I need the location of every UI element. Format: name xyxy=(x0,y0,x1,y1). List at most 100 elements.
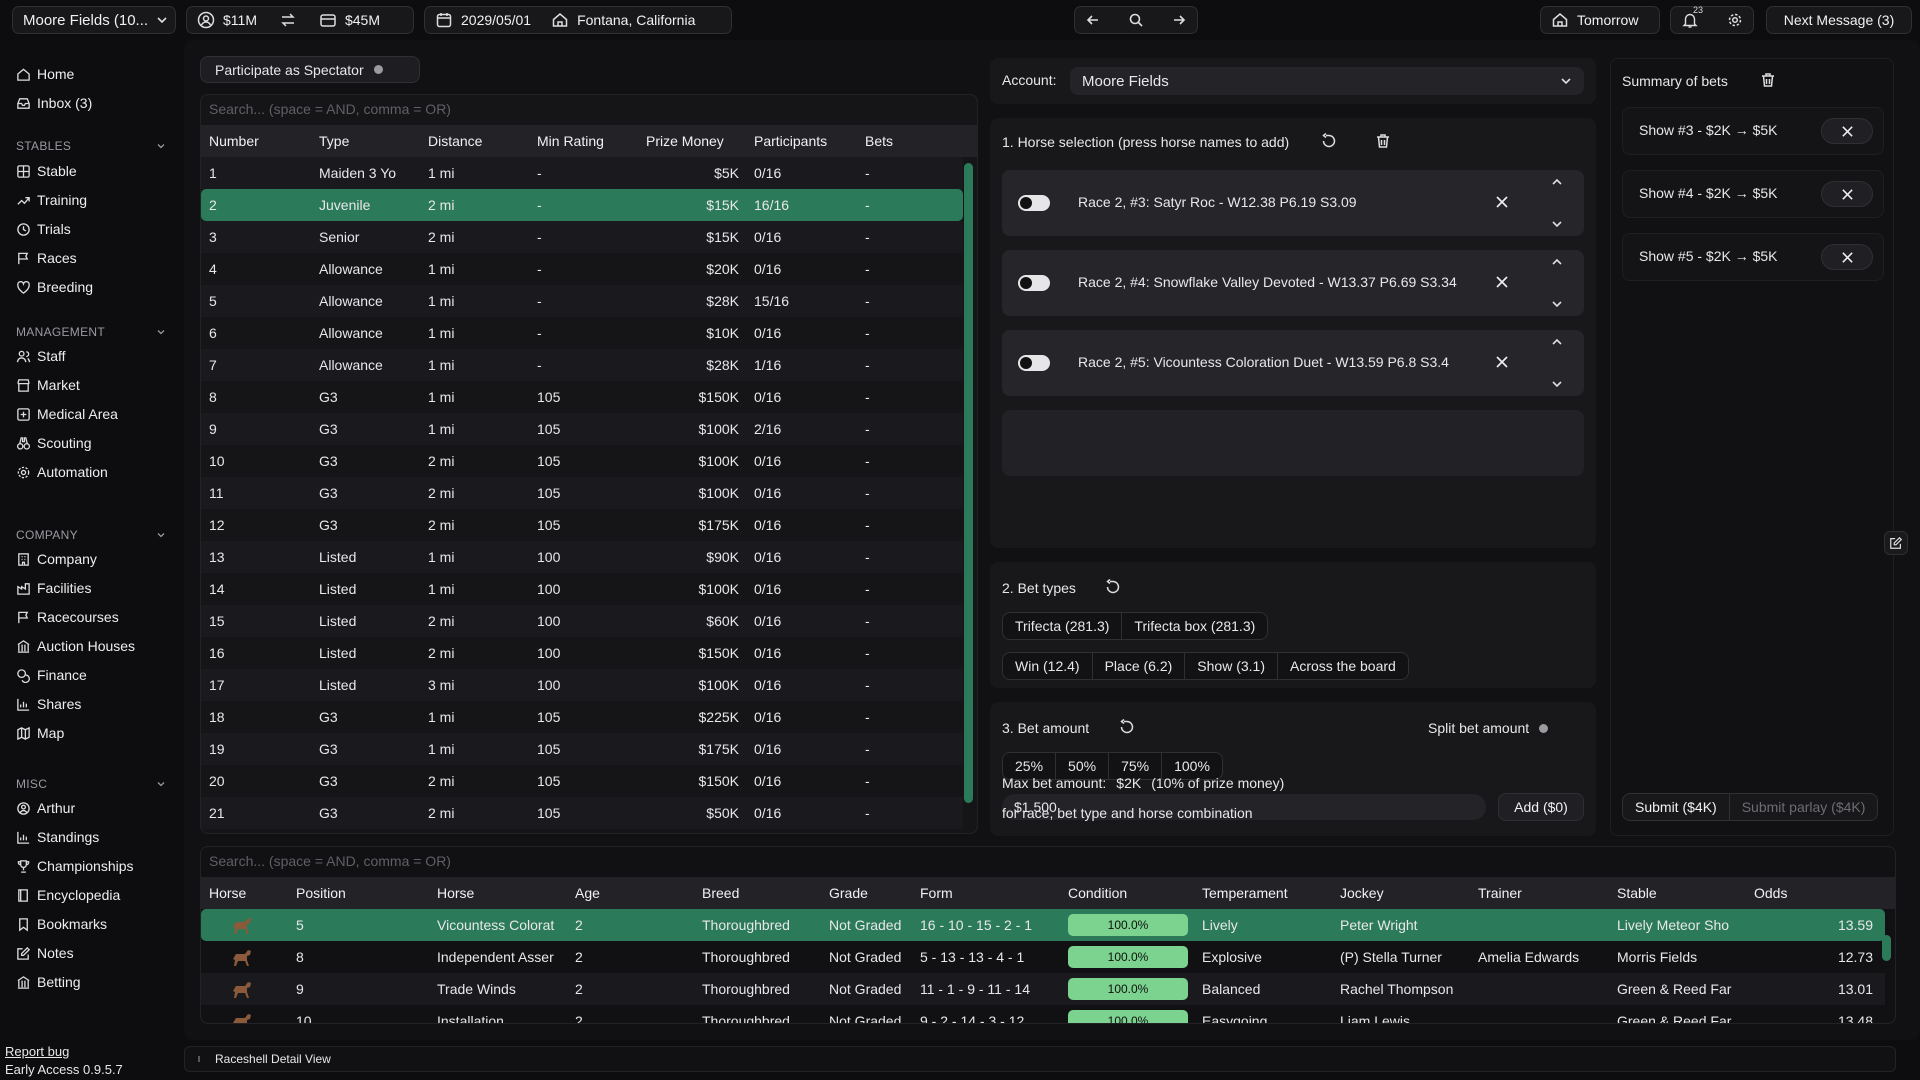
add-bet-button[interactable]: Add ($0) xyxy=(1498,793,1584,821)
sidebar-item-notes[interactable]: Notes xyxy=(16,942,74,964)
column-header[interactable]: Number xyxy=(209,133,259,149)
selection-label[interactable]: Race 2, #5: Vicountess Coloration Duet -… xyxy=(1078,354,1449,370)
submit-button[interactable]: Submit ($4K) xyxy=(1623,794,1730,820)
sidebar-item-company[interactable]: Company xyxy=(16,548,97,570)
sidebar-item-stable[interactable]: Stable xyxy=(16,160,77,182)
column-header[interactable]: Participants xyxy=(754,133,827,149)
sidebar-item-betting[interactable]: Betting xyxy=(16,971,81,993)
bet-type-across-board[interactable]: Across the board xyxy=(1278,653,1408,679)
chevron-down-icon[interactable] xyxy=(1551,298,1563,310)
table-row[interactable]: 12 G3 2 mi 105 $175K 0/16 - xyxy=(201,509,963,541)
tomorrow-button[interactable]: Tomorrow xyxy=(1540,6,1660,34)
column-header[interactable]: Trainer xyxy=(1478,885,1522,901)
chevron-up-icon[interactable] xyxy=(197,1054,205,1064)
column-header[interactable]: Horse xyxy=(209,885,246,901)
column-header[interactable]: Age xyxy=(575,885,600,901)
table-row[interactable]: 18 G3 1 mi 105 $225K 0/16 - xyxy=(201,701,963,733)
table-row[interactable]: 3 Senior 2 mi - $15K 0/16 - xyxy=(201,221,963,253)
arrow-right-icon[interactable] xyxy=(1171,12,1187,28)
arrow-left-icon[interactable] xyxy=(1085,12,1101,28)
table-row[interactable]: 8 G3 1 mi 105 $150K 0/16 - xyxy=(201,381,963,413)
column-header[interactable]: Temperament xyxy=(1202,885,1288,901)
selection-toggle[interactable] xyxy=(1018,195,1050,211)
table-row[interactable]: 6 Allowance 1 mi - $10K 0/16 - xyxy=(201,317,963,349)
finance-pill[interactable]: $11M $45M xyxy=(186,6,414,34)
races-scrollbar[interactable] xyxy=(964,163,973,803)
close-icon[interactable] xyxy=(1495,355,1509,369)
spectator-toggle[interactable]: Participate as Spectator xyxy=(200,56,420,83)
bet-type-trifecta-box[interactable]: Trifecta box (281.3) xyxy=(1122,613,1267,639)
empty-selection-slot[interactable] xyxy=(1002,410,1584,476)
table-row[interactable]: 5 Vicountess Colorat 2 Thoroughbred Not Grad… xyxy=(201,909,1885,941)
chevron-down-icon[interactable] xyxy=(1551,218,1563,230)
gear-icon[interactable] xyxy=(1727,12,1743,28)
search-icon[interactable] xyxy=(1128,12,1144,28)
remove-bet-button[interactable] xyxy=(1821,118,1873,144)
horse-selection-card[interactable]: Race 2, #5: Vicountess Coloration Duet -… xyxy=(1002,330,1584,396)
chevron-down-icon[interactable] xyxy=(1551,378,1563,390)
submit-parlay-button[interactable]: Submit parlay ($4K) xyxy=(1730,794,1878,820)
bet-type-trifecta[interactable]: Trifecta (281.3) xyxy=(1003,613,1123,639)
table-row[interactable]: 17 Listed 3 mi 100 $100K 0/16 - xyxy=(201,669,963,701)
sidebar-item-auction-houses[interactable]: Auction Houses xyxy=(16,635,135,657)
table-row[interactable]: 7 Allowance 1 mi - $28K 1/16 - xyxy=(201,349,963,381)
reset-icon[interactable] xyxy=(1320,132,1338,150)
sidebar-item-racecourses[interactable]: Racecourses xyxy=(16,606,119,628)
entries-search-input[interactable]: Search... (space = AND, comma = OR) xyxy=(209,853,451,869)
column-header[interactable]: Breed xyxy=(702,885,739,901)
report-bug-link[interactable]: Report bug xyxy=(5,1044,69,1059)
column-header[interactable]: Condition xyxy=(1068,885,1127,901)
column-header[interactable]: Bets xyxy=(865,133,893,149)
trash-icon[interactable] xyxy=(1759,71,1777,89)
next-message-button[interactable]: Next Message (3) xyxy=(1766,6,1912,34)
table-row[interactable]: 15 Listed 2 mi 100 $60K 0/16 - xyxy=(201,605,963,637)
trash-icon[interactable] xyxy=(1374,132,1392,150)
footer-tab-label[interactable]: Raceshell Detail View xyxy=(215,1052,331,1066)
remove-bet-button[interactable] xyxy=(1821,244,1873,270)
table-row[interactable]: 5 Allowance 1 mi - $28K 15/16 - xyxy=(201,285,963,317)
split-bet-toggle[interactable]: Split bet amount xyxy=(1428,720,1549,736)
close-icon[interactable] xyxy=(1495,195,1509,209)
column-header[interactable]: Prize Money xyxy=(646,133,724,149)
chevron-up-icon[interactable] xyxy=(1551,336,1563,348)
chevron-up-icon[interactable] xyxy=(1551,176,1563,188)
section-misc[interactable]: MISC xyxy=(16,777,166,791)
column-header[interactable]: Min Rating xyxy=(537,133,604,149)
sidebar-item-arthur[interactable]: Arthur xyxy=(16,797,75,819)
sidebar-item-scouting[interactable]: Scouting xyxy=(16,432,91,454)
sidebar-item-facilities[interactable]: Facilities xyxy=(16,577,91,599)
table-row[interactable]: 1 Maiden 3 Yo 1 mi - $5K 0/16 - xyxy=(201,157,963,189)
table-row[interactable]: 10 Installation 2 Thoroughbred Not Graded 9 -… xyxy=(201,1005,1885,1023)
sidebar-item-inbox[interactable]: Inbox (3) xyxy=(16,92,92,114)
reset-icon[interactable] xyxy=(1104,578,1122,596)
bet-type-win[interactable]: Win (12.4) xyxy=(1003,653,1093,679)
account-select[interactable]: Moore Fields (10... xyxy=(12,6,176,34)
horse-selection-card[interactable]: Race 2, #3: Satyr Roc - W12.38 P6.19 S3.… xyxy=(1002,170,1584,236)
date-location-pill[interactable]: 2029/05/01 Fontana, California xyxy=(424,6,732,34)
sidebar-item-championships[interactable]: Championships xyxy=(16,855,134,877)
section-management[interactable]: MANAGEMENT xyxy=(16,325,166,339)
entries-scrollbar[interactable] xyxy=(1882,935,1891,961)
bet-account-select[interactable]: Moore Fields xyxy=(1070,67,1584,95)
table-row[interactable]: 20 G3 2 mi 105 $150K 0/16 - xyxy=(201,765,963,797)
sidebar-item-breeding[interactable]: Breeding xyxy=(16,276,93,298)
sidebar-item-staff[interactable]: Staff xyxy=(16,345,66,367)
sidebar-item-automation[interactable]: Automation xyxy=(16,461,108,483)
column-header[interactable]: Position xyxy=(296,885,346,901)
sidebar-item-map[interactable]: Map xyxy=(16,722,64,744)
remove-bet-button[interactable] xyxy=(1821,181,1873,207)
column-header[interactable]: Type xyxy=(319,133,349,149)
reset-icon[interactable] xyxy=(1118,718,1136,736)
sidebar-item-trials[interactable]: Trials xyxy=(16,218,71,240)
table-row[interactable]: 21 G3 2 mi 105 $50K 0/16 - xyxy=(201,797,963,829)
race-search-input[interactable]: Search... (space = AND, comma = OR) xyxy=(209,101,451,117)
sidebar-item-standings[interactable]: Standings xyxy=(16,826,99,848)
horse-selection-card[interactable]: Race 2, #4: Snowflake Valley Devoted - W… xyxy=(1002,250,1584,316)
table-row[interactable]: 2 Juvenile 2 mi - $15K 16/16 - xyxy=(201,189,963,221)
bet-type-place[interactable]: Place (6.2) xyxy=(1093,653,1186,679)
sidebar-item-bookmarks[interactable]: Bookmarks xyxy=(16,913,107,935)
column-header[interactable]: Distance xyxy=(428,133,482,149)
sidebar-item-races[interactable]: Races xyxy=(16,247,77,269)
table-row[interactable]: 9 Trade Winds 2 Thoroughbred Not Graded 11 - … xyxy=(201,973,1885,1005)
column-header[interactable]: Horse xyxy=(437,885,474,901)
